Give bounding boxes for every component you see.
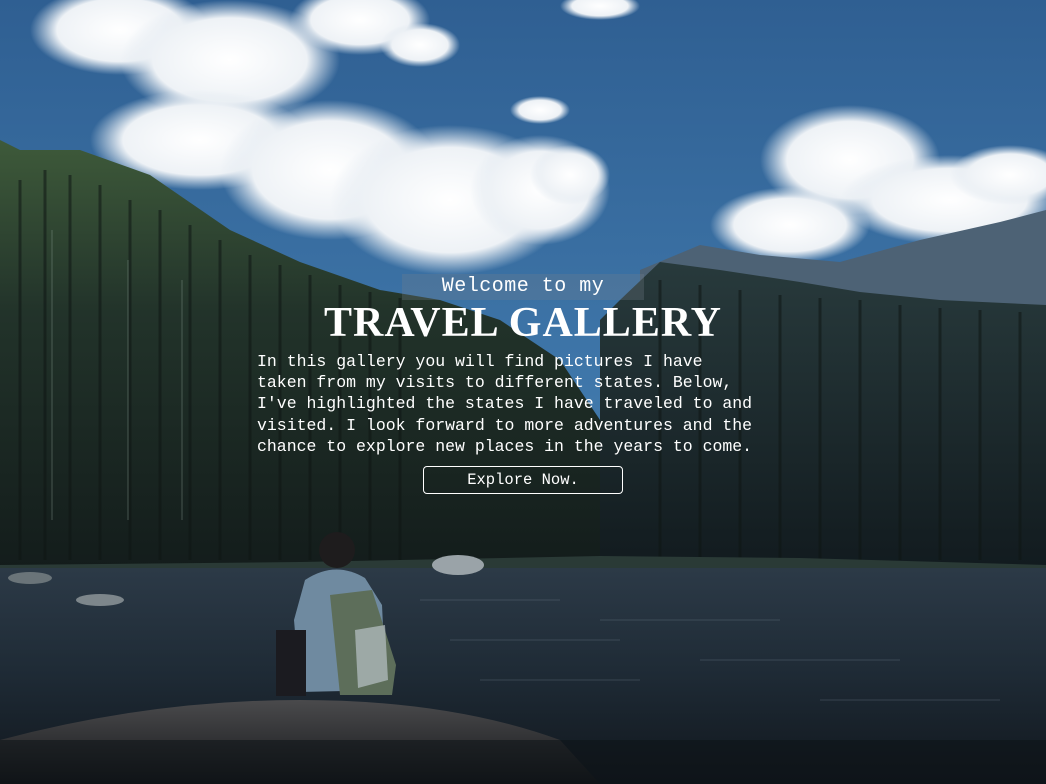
page-title: TRAVEL GALLERY	[323, 300, 723, 346]
intro-line: In this gallery you will find pictures I…	[257, 352, 703, 371]
intro-line: taken from my visits to different states…	[257, 373, 733, 393]
hero-section: Welcome to my TRAVEL GALLERY In this gal…	[0, 0, 1046, 784]
explore-now-button[interactable]: Explore Now.	[423, 466, 623, 494]
hero-content: Welcome to my TRAVEL GALLERY In this gal…	[0, 0, 1046, 784]
welcome-heading: Welcome to my	[402, 274, 644, 300]
intro-line: visited. I look forward to more adventur…	[257, 415, 753, 435]
intro-line: chance to explore new places in the year…	[257, 436, 753, 456]
intro-line: I've highlighted the states I have trave…	[257, 394, 753, 414]
intro-paragraph: In this gallery you will find pictures I…	[257, 351, 797, 457]
